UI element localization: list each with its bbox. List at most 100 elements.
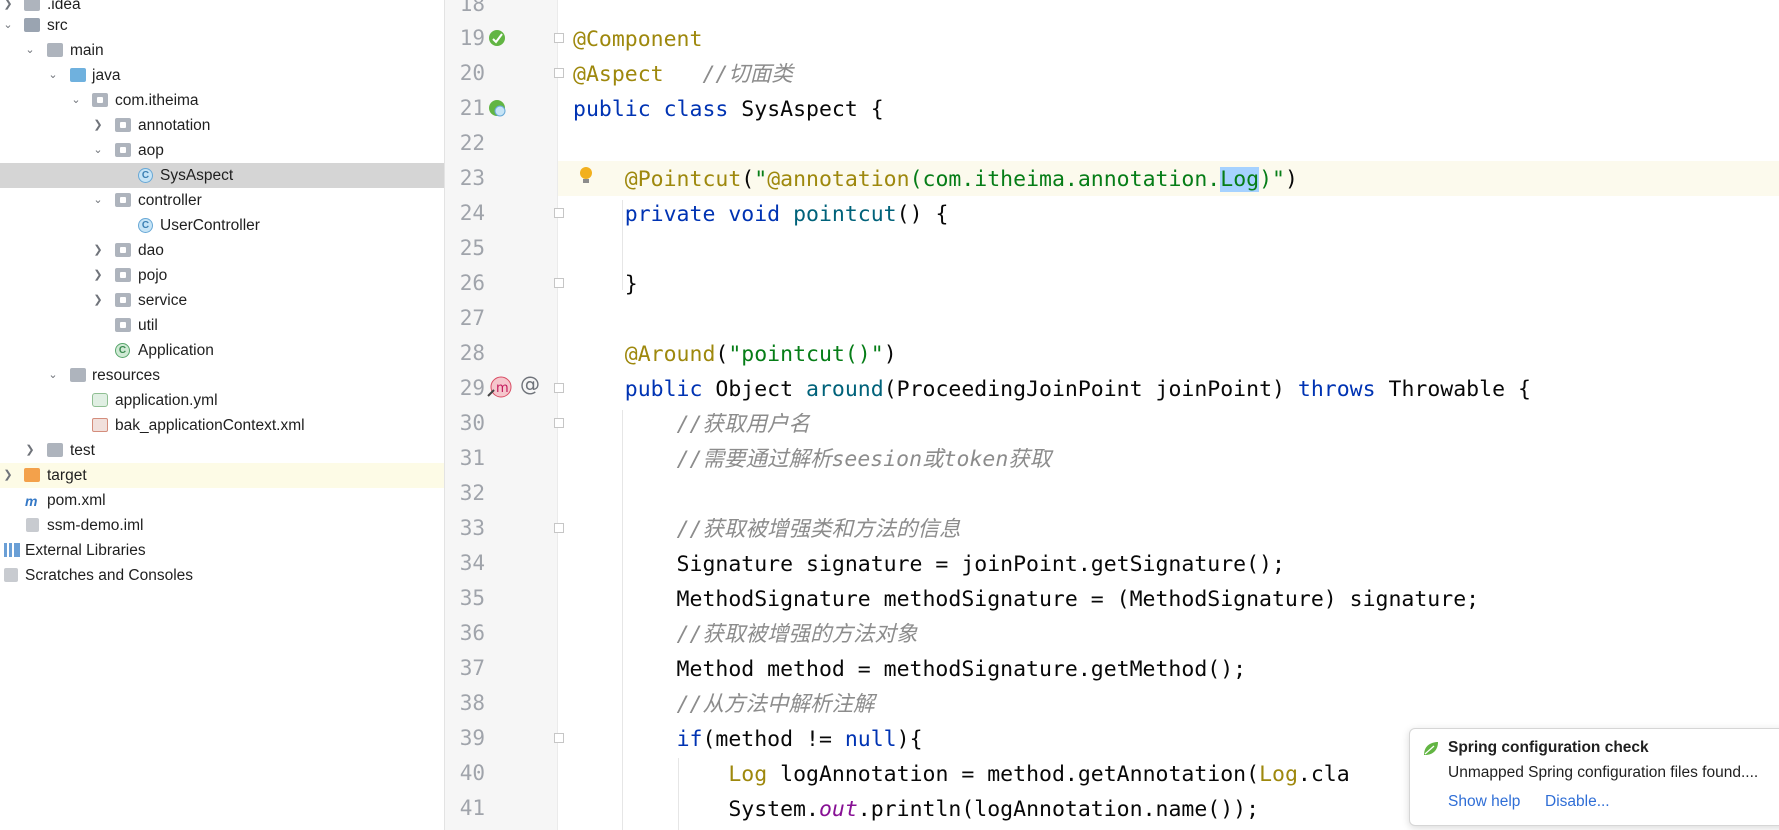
show-help-link[interactable]: Show help [1448, 793, 1520, 811]
line-number: 30 [459, 411, 485, 435]
line-number: 34 [459, 551, 485, 575]
line-number: 33 [459, 516, 485, 540]
chevron-down-icon[interactable]: ⌄ [92, 138, 104, 163]
code-line[interactable]: @Component [573, 22, 702, 57]
folder-icon [47, 43, 63, 57]
code-line[interactable]: //需要通过解析seesion或token获取 [573, 442, 1052, 477]
tree-item-annotation[interactable]: ❯ annotation [0, 113, 444, 138]
folder-icon [24, 0, 40, 11]
tree-item-label: resources [92, 367, 161, 384]
fold-marker-icon[interactable] [554, 208, 564, 218]
code-line[interactable]: public Object around(ProceedingJoinPoint… [573, 372, 1531, 407]
tree-item-external-libraries[interactable]: External Libraries [0, 538, 444, 563]
tree-item-label: pom.xml [47, 492, 106, 509]
spring-leaf-icon [1424, 742, 1438, 755]
tree-item-label: ssm-demo.iml [47, 517, 144, 534]
fold-marker-icon[interactable] [554, 278, 564, 288]
code-line[interactable]: private void pointcut() { [573, 197, 949, 232]
folder-icon [24, 18, 40, 32]
yaml-file-icon [92, 393, 108, 407]
tree-item-application-yml[interactable]: application.yml [0, 388, 444, 413]
disable-link[interactable]: Disable... [1545, 793, 1610, 811]
chevron-down-icon[interactable]: ⌄ [70, 88, 82, 113]
chevron-down-icon[interactable]: ⌄ [24, 38, 36, 63]
fold-marker-icon[interactable] [554, 383, 564, 393]
tree-item-target[interactable]: ❯ target [0, 463, 444, 488]
tree-item-label: java [92, 67, 121, 84]
spring-config-notification: Spring configuration check Unmapped Spri… [1409, 728, 1779, 826]
tree-item-resources[interactable]: ⌄ resources [0, 363, 444, 388]
tree-item-sysaspect[interactable]: C SysAspect [0, 163, 444, 188]
chevron-down-icon[interactable]: ⌄ [47, 63, 59, 88]
tree-item-dao[interactable]: ❯ dao [0, 238, 444, 263]
tree-item-main[interactable]: ⌄ main [0, 38, 444, 63]
tree-item-pojo[interactable]: ❯ pojo [0, 263, 444, 288]
tree-item-controller[interactable]: ⌄ controller [0, 188, 444, 213]
chevron-right-icon[interactable]: ❯ [92, 288, 104, 313]
code-line[interactable]: } [573, 267, 638, 302]
tree-item-label: Application [138, 342, 214, 359]
chevron-right-icon[interactable]: ❯ [92, 238, 104, 263]
tree-item-service[interactable]: ❯ service [0, 288, 444, 313]
fold-gutter-divider [557, 0, 558, 830]
tree-item-label: src [47, 17, 68, 34]
code-line[interactable]: //获取被增强的方法对象 [573, 617, 918, 652]
spring-aspect-icon[interactable] [487, 98, 507, 118]
line-number: 28 [459, 341, 485, 365]
excluded-folder-icon [24, 468, 40, 482]
code-line[interactable]: Method method = methodSignature.getMetho… [573, 652, 1247, 687]
code-line[interactable]: Log logAnnotation = method.getAnnotation… [573, 757, 1349, 792]
code-line[interactable]: @Around("pointcut()") [573, 337, 897, 372]
line-number: 19 [459, 26, 485, 50]
code-line[interactable]: @Pointcut("@annotation(com.itheima.annot… [573, 162, 1298, 197]
tree-item-util[interactable]: util [0, 313, 444, 338]
line-number: 27 [459, 306, 485, 330]
chevron-down-icon[interactable]: ⌄ [47, 363, 59, 388]
tree-item-scratches-and-consoles[interactable]: Scratches and Consoles [0, 563, 444, 588]
tree-item-label: target [47, 467, 87, 484]
tree-item-com-itheima[interactable]: ⌄ com.itheima [0, 88, 444, 113]
line-number: 36 [459, 621, 485, 645]
tree-item-src[interactable]: ⌄ src [0, 13, 444, 38]
code-line[interactable]: //从方法中解析注解 [573, 687, 875, 722]
project-tree: ❯ .idea ⌄ src ⌄ main ⌄ java ⌄ com.itheim… [0, 0, 445, 830]
tree-item-label: service [138, 292, 188, 309]
method-advice-icon[interactable]: m [486, 376, 512, 400]
code-line[interactable]: //获取被增强类和方法的信息 [573, 512, 961, 547]
fold-marker-icon[interactable] [554, 33, 564, 43]
chevron-down-icon[interactable]: ⌄ [2, 13, 14, 38]
code-line[interactable]: public class SysAspect { [573, 92, 884, 127]
chevron-right-icon[interactable]: ❯ [2, 463, 14, 488]
code-line[interactable]: if(method != null){ [573, 722, 923, 757]
code-line[interactable]: System.out.println(logAnnotation.name())… [573, 792, 1259, 827]
code-line[interactable]: Signature signature = joinPoint.getSigna… [573, 547, 1285, 582]
tree-item-pom-xml[interactable]: m pom.xml [0, 488, 444, 513]
tree-item-application[interactable]: C Application [0, 338, 444, 363]
code-line[interactable]: MethodSignature methodSignature = (Metho… [573, 582, 1480, 617]
tree-item-bak-applicationcontext-xml[interactable]: bak_applicationContext.xml [0, 413, 444, 438]
at-annotation-icon[interactable]: @ [520, 372, 540, 396]
scratches-icon [4, 568, 18, 582]
line-number: 31 [459, 446, 485, 470]
tree-item-java[interactable]: ⌄ java [0, 63, 444, 88]
chevron-down-icon[interactable]: ⌄ [92, 188, 104, 213]
chevron-right-icon[interactable]: ❯ [24, 438, 36, 463]
fold-marker-icon[interactable] [554, 733, 564, 743]
line-number: 32 [459, 481, 485, 505]
spring-bean-icon[interactable] [487, 28, 507, 48]
tree-item-label: pojo [138, 267, 168, 284]
code-line[interactable]: @Aspect //切面类 [573, 57, 793, 92]
line-number: 21 [459, 96, 485, 120]
tree-item-usercontroller[interactable]: C UserController [0, 213, 444, 238]
tree-item-test[interactable]: ❯ test [0, 438, 444, 463]
fold-marker-icon[interactable] [554, 523, 564, 533]
fold-marker-icon[interactable] [554, 418, 564, 428]
resources-folder-icon [70, 368, 86, 382]
chevron-right-icon[interactable]: ❯ [92, 263, 104, 288]
tree-item-ssm-demo-iml[interactable]: ssm-demo.iml [0, 513, 444, 538]
chevron-right-icon[interactable]: ❯ [92, 113, 104, 138]
tree-item-aop[interactable]: ⌄ aop [0, 138, 444, 163]
fold-marker-icon[interactable] [554, 68, 564, 78]
code-line[interactable]: //获取用户名 [573, 407, 810, 442]
libraries-icon [4, 543, 20, 557]
